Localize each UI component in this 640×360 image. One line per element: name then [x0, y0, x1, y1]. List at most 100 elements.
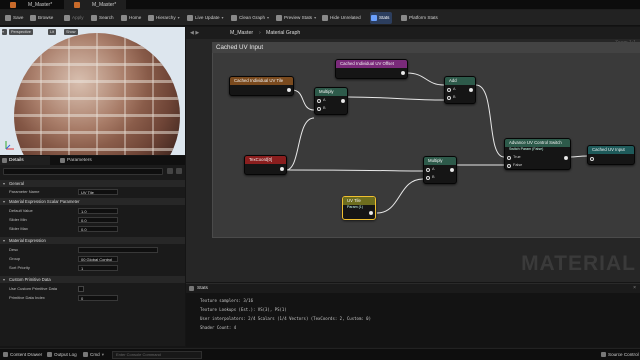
show-button[interactable]: Show	[64, 29, 78, 35]
axis-gizmo-icon	[5, 141, 14, 150]
details-search-input[interactable]	[3, 168, 163, 175]
preview-stats-dropdown[interactable]: Preview Stats ▾	[275, 12, 316, 24]
lit-button[interactable]: Lit	[48, 29, 57, 35]
search-label: Search	[99, 15, 114, 20]
group-label: Group	[9, 256, 21, 261]
node-cached-uv-tile-title: Cached Individual UV Tile	[230, 77, 293, 85]
cmd-icon	[83, 352, 88, 357]
slider-max-field[interactable]: 0.0	[78, 226, 118, 232]
stats-label: Stats	[379, 15, 390, 20]
tab-details-label: Details	[9, 158, 24, 163]
output-pin[interactable]	[564, 156, 568, 160]
tab-parameters[interactable]: Parameters	[58, 156, 108, 165]
hide-unrelated-button[interactable]: Hide Unrelated	[321, 12, 361, 24]
node-add[interactable]: Add A B	[444, 76, 476, 104]
input-pin-a[interactable]	[317, 99, 321, 103]
node-cached-uv-offset-title: Cached Individual UV Offset	[336, 60, 407, 68]
breadcrumb-root[interactable]: M_Master	[230, 27, 253, 39]
back-arrow-icon[interactable]: ◀ ▶	[190, 27, 199, 39]
material-graph-canvas[interactable]: Zoom 1:1 Cached UV Input Cached Individu…	[186, 39, 640, 282]
content-drawer-button[interactable]: Content Drawer	[2, 349, 42, 360]
hierarchy-dropdown[interactable]: Hierarchy ▾	[147, 12, 180, 24]
desc-label: Desc	[9, 247, 19, 252]
input-pin-a[interactable]	[447, 88, 451, 92]
pin-a-label: A	[323, 98, 326, 102]
clean-graph-dropdown[interactable]: Clean Graph ▾	[230, 12, 269, 24]
output-log-button[interactable]: Output Log	[46, 349, 77, 360]
node-cached-uv-input[interactable]: Cached UV Input	[587, 145, 635, 165]
row-use-custom-primitive-data: Use Custom Primitive Data	[0, 285, 185, 293]
section-general[interactable]: General	[0, 180, 185, 187]
property-matrix-icon[interactable]	[167, 168, 173, 174]
apply-label: Apply	[72, 15, 84, 20]
input-pin[interactable]	[590, 157, 594, 161]
node-cached-uv-offset[interactable]: Cached Individual UV Offset	[335, 59, 408, 79]
settings-icon[interactable]	[176, 168, 182, 174]
input-pin-a[interactable]	[426, 168, 430, 172]
home-button[interactable]: Home	[120, 12, 141, 24]
row-parameter-name: Parameter Name UV Tile	[0, 188, 185, 196]
cpd-index-field[interactable]: 0	[78, 295, 118, 301]
pin-b-label: B	[323, 106, 326, 110]
output-pin[interactable]	[287, 88, 291, 92]
section-scalar-parameter[interactable]: Material Expression Scalar Parameter	[0, 198, 185, 205]
row-group: Group 00 Global Control	[0, 255, 185, 263]
perspective-button[interactable]: Perspective	[9, 29, 33, 35]
source-control-button[interactable]: Source Control	[600, 349, 639, 360]
section-material-expression[interactable]: Material Expression	[0, 237, 185, 244]
output-pin[interactable]	[450, 168, 454, 172]
console-command-input[interactable]: Enter Console Command	[112, 351, 202, 359]
sort-priority-field[interactable]: 1	[78, 265, 118, 271]
document-tab[interactable]: M_Master*	[0, 0, 56, 10]
input-pin-b[interactable]	[447, 96, 451, 100]
parameter-name-field[interactable]: UV Tile	[78, 189, 118, 195]
desc-field[interactable]	[78, 247, 158, 253]
use-cpd-checkbox[interactable]	[78, 286, 84, 292]
node-texcoord[interactable]: TexCoord[0]	[244, 155, 287, 175]
browse-button[interactable]: Browse	[29, 12, 53, 24]
output-pin[interactable]	[369, 211, 373, 215]
output-pin[interactable]	[280, 167, 284, 171]
parameter-name-label: Parameter Name	[9, 189, 40, 194]
viewport-menu-icon[interactable]: ≡	[2, 29, 7, 35]
wire-uv-tile-to-multiply2	[376, 178, 424, 214]
details-icon	[2, 158, 7, 163]
output-pin[interactable]	[341, 99, 345, 103]
save-button[interactable]: Save	[4, 12, 23, 24]
preview-viewport[interactable]: ≡ Perspective Lit Show	[0, 27, 185, 155]
platform-stats-label: Platform Stats	[409, 15, 438, 20]
input-pin-b[interactable]	[426, 176, 430, 180]
output-pin[interactable]	[469, 88, 473, 92]
apply-button[interactable]: Apply	[63, 12, 84, 24]
node-cached-uv-input-title: Cached UV Input	[588, 146, 634, 154]
close-icon[interactable]: ×	[633, 284, 636, 293]
node-texcoord-title: TexCoord[0]	[245, 156, 286, 164]
output-pin[interactable]	[401, 71, 405, 75]
stats-tab-title[interactable]: Stats	[197, 284, 208, 293]
stats-button[interactable]: Stats	[370, 12, 393, 24]
platform-stats-button[interactable]: Platform Stats	[400, 12, 438, 24]
cmd-dropdown[interactable]: Cmd ▾	[82, 349, 104, 360]
live-update-icon	[187, 15, 193, 21]
group-dropdown[interactable]: 00 Global Control	[78, 256, 118, 262]
pin-b-label: B	[432, 175, 435, 179]
document-tab-active[interactable]: M_Master*	[64, 0, 126, 10]
node-uv-tile-param[interactable]: UV Tile Param (1)	[342, 196, 376, 220]
input-pin-false[interactable]	[507, 164, 511, 168]
search-button[interactable]: Search	[90, 12, 114, 24]
node-cached-uv-tile[interactable]: Cached Individual UV Tile	[229, 76, 294, 96]
stats-line: Shader Count: 4	[200, 325, 237, 330]
live-update-dropdown[interactable]: Live Update ▾	[186, 12, 224, 24]
section-custom-primitive-data[interactable]: Custom Primitive Data	[0, 276, 185, 283]
row-default-value: Default Value 1.0	[0, 207, 185, 215]
slider-min-field[interactable]: 0.0	[78, 217, 118, 223]
sort-priority-label: Sort Priority	[9, 265, 30, 270]
tab-details[interactable]: Details	[0, 156, 50, 165]
node-multiply-2[interactable]: Multiply A B	[423, 156, 457, 184]
chevron-down-icon: ▾	[267, 15, 270, 20]
node-multiply-1[interactable]: Multiply A B	[314, 87, 348, 115]
default-value-field[interactable]: 1.0	[78, 208, 118, 214]
input-pin-b[interactable]	[317, 107, 321, 111]
input-pin-true[interactable]	[507, 156, 511, 160]
node-uv-control-switch[interactable]: Advance UV Control Switch Switch Param (…	[504, 138, 571, 170]
